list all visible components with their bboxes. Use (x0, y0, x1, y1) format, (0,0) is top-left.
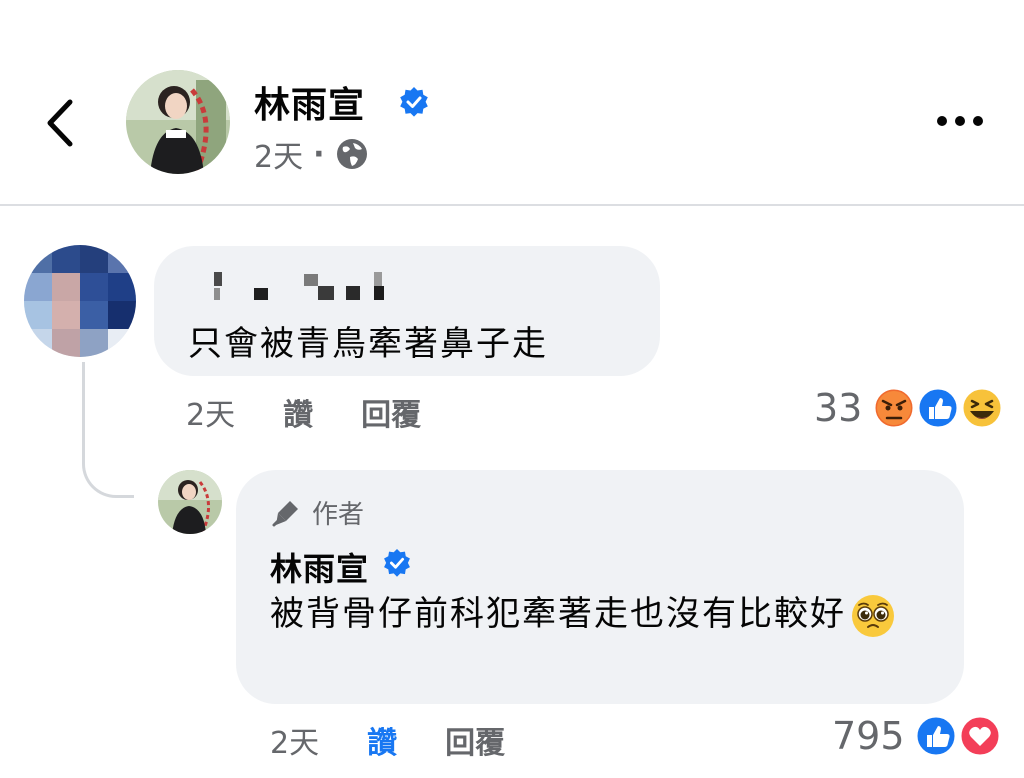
comment-text: 只會被青鳥牽著鼻子走 (188, 324, 548, 364)
back-icon[interactable] (40, 96, 84, 150)
post-author-name[interactable]: 林雨宣 (254, 76, 365, 128)
meta-separator: · (313, 136, 325, 172)
pen-icon (272, 500, 298, 526)
post-meta: 2天 · (254, 132, 369, 176)
comment-bubble: 只會被青鳥牽著鼻子走 (154, 246, 660, 376)
like-reaction-icon (914, 714, 958, 758)
reply-button[interactable]: 回覆 (361, 390, 421, 434)
like-reaction-icon (916, 386, 960, 430)
verified-badge-icon (400, 87, 428, 117)
reply-bubble: 作者 林雨宣 被背骨仔前科犯牽著走也沒有比較好 (236, 470, 964, 704)
reply-author-name[interactable]: 林雨宣 (270, 544, 369, 590)
reactions-summary[interactable] (872, 386, 1004, 430)
verified-badge-icon (384, 548, 410, 577)
like-button[interactable]: 讚 (283, 390, 313, 434)
comment-time[interactable]: 2天 (186, 390, 235, 434)
reply-button[interactable]: 回覆 (445, 718, 505, 762)
haha-reaction-icon (960, 386, 1004, 430)
like-button[interactable]: 讚 (367, 718, 397, 762)
reply-author-avatar[interactable] (158, 470, 222, 534)
post-author-avatar[interactable] (126, 70, 230, 174)
post-time[interactable]: 2天 (254, 132, 303, 176)
pleading-face-emoji-icon (852, 594, 894, 637)
redacted-commenter-name (214, 272, 384, 300)
love-reaction-icon (958, 714, 1002, 758)
reactions-summary[interactable] (914, 714, 1004, 758)
reply-text: 被背骨仔前科犯牽著走也沒有比較好 (270, 594, 846, 634)
globe-icon (336, 139, 367, 169)
reaction-count[interactable]: 795 (832, 714, 905, 758)
post-header: 林雨宣 2天 · (0, 0, 1024, 205)
more-options-icon[interactable] (934, 108, 986, 134)
angry-reaction-icon (872, 386, 916, 430)
reply-thread-line (82, 362, 134, 498)
header-divider (0, 204, 1024, 206)
reaction-count[interactable]: 33 (814, 386, 862, 430)
author-badge: 作者 (270, 494, 364, 531)
reply-time[interactable]: 2天 (270, 718, 319, 762)
author-badge-label: 作者 (312, 500, 365, 530)
comment-actions: 2天 讚 回覆 (186, 390, 421, 434)
reply-text-block: 被背骨仔前科犯牽著走也沒有比較好 (270, 588, 950, 640)
reply-actions: 2天 讚 回覆 (270, 718, 505, 762)
commenter-avatar[interactable] (24, 245, 136, 357)
